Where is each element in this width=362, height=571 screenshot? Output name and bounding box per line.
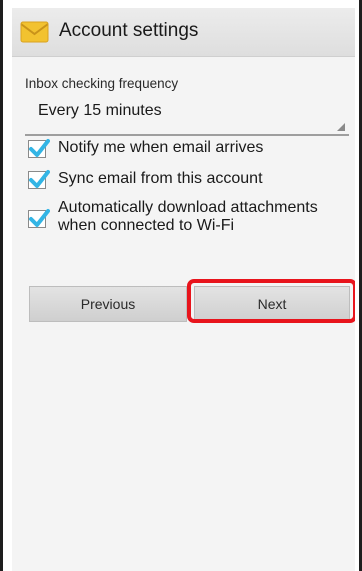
spinner-dropdown-icon: [337, 123, 345, 131]
sync-email-option[interactable]: Sync email from this account: [25, 169, 345, 193]
auto-download-option[interactable]: Automatically download attachments when …: [25, 198, 345, 238]
checkmark-icon: [29, 209, 50, 227]
page-title: Account settings: [59, 20, 199, 41]
previous-button[interactable]: Previous: [29, 286, 187, 322]
action-bar: Account settings: [12, 8, 355, 57]
notify-email-option[interactable]: Notify me when email arrives: [25, 138, 345, 162]
inbox-frequency-label: Inbox checking frequency: [25, 76, 179, 91]
inbox-frequency-value: Every 15 minutes: [38, 102, 162, 119]
email-app-icon: [20, 21, 49, 43]
auto-download-label-line2: when connected to Wi-Fi: [58, 217, 235, 234]
sync-label: Sync email from this account: [58, 170, 263, 187]
device-frame: Account settings Inbox checking frequenc…: [0, 0, 362, 571]
screen: Account settings Inbox checking frequenc…: [12, 8, 355, 571]
checkmark-icon: [29, 139, 50, 157]
sync-checkbox[interactable]: [28, 170, 50, 189]
checkmark-icon: [29, 170, 50, 188]
inbox-frequency-spinner[interactable]: Every 15 minutes: [25, 96, 349, 136]
notify-label: Notify me when email arrives: [58, 139, 264, 156]
notify-checkbox[interactable]: [28, 139, 50, 158]
next-button[interactable]: Next: [194, 286, 350, 322]
auto-download-label-line1: Automatically download attachments: [58, 199, 318, 216]
auto-download-checkbox[interactable]: [28, 209, 50, 228]
